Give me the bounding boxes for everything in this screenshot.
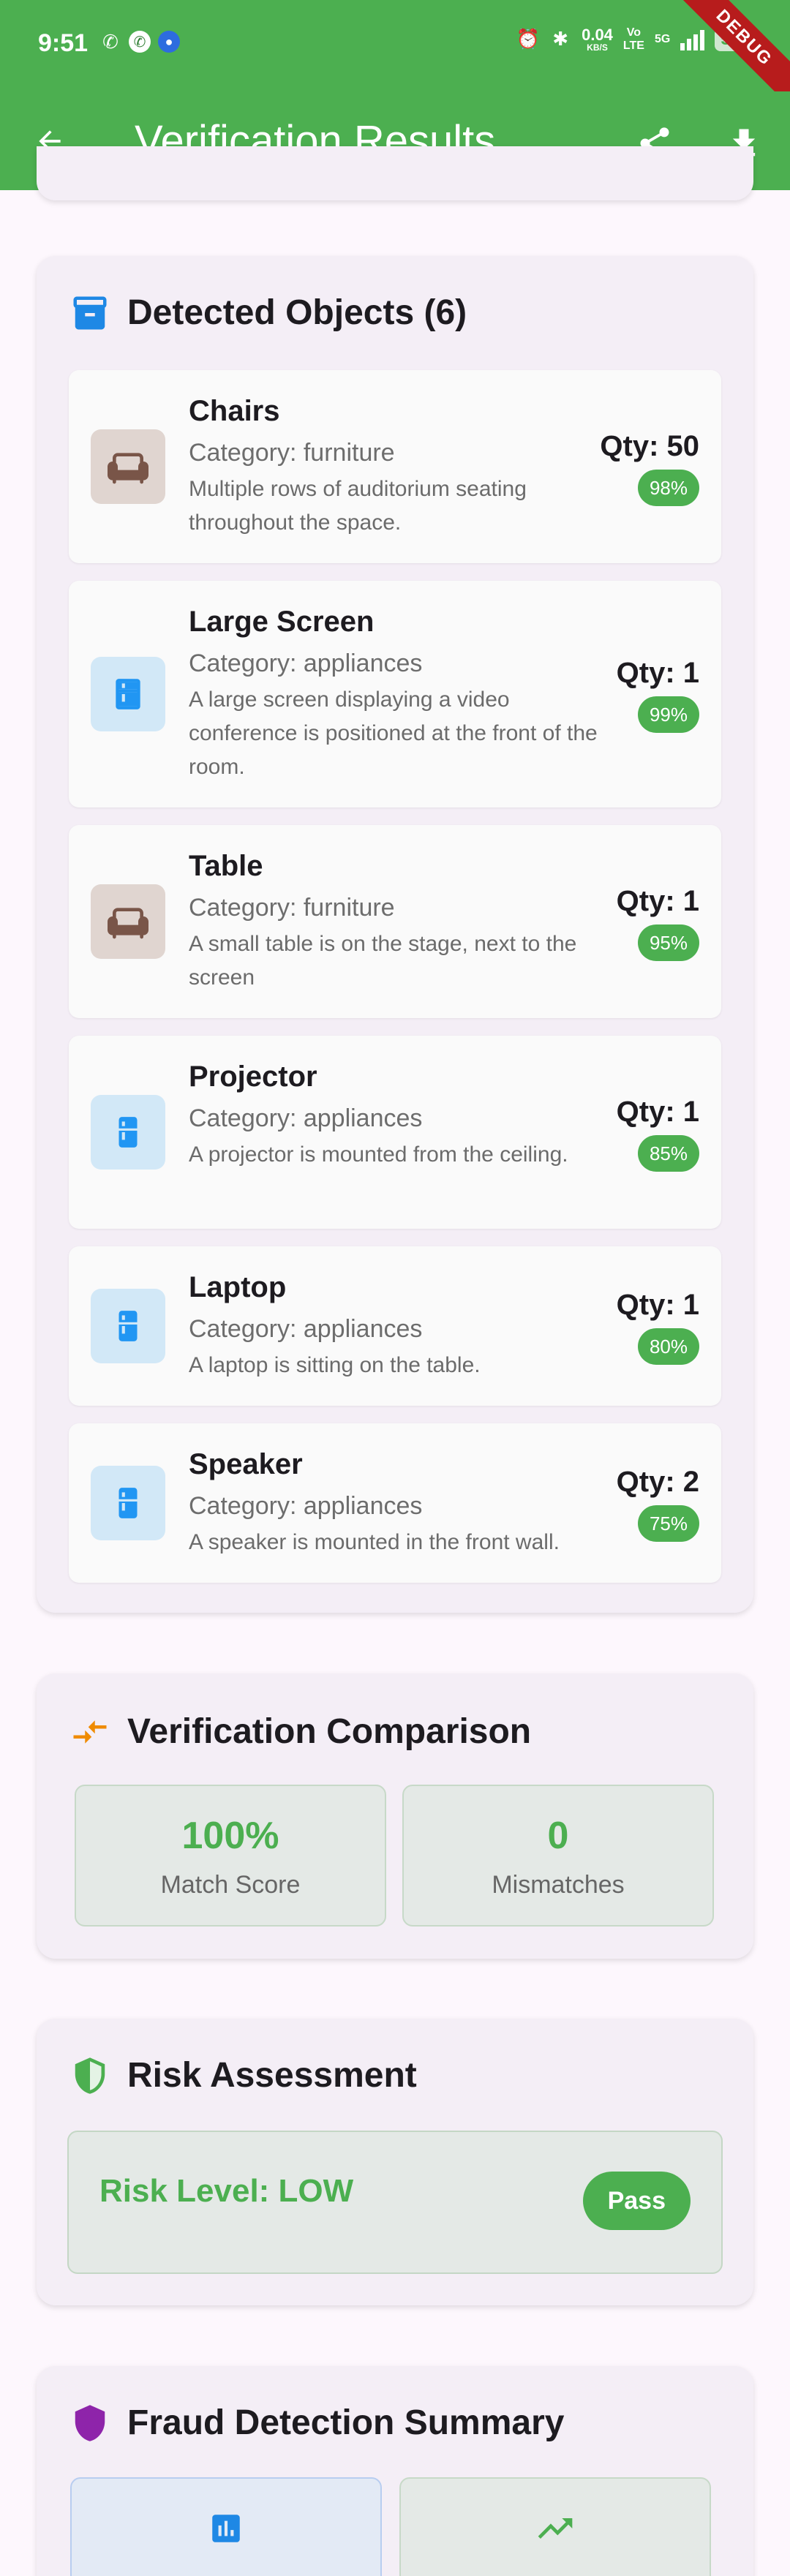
object-category: Category: appliances	[189, 649, 423, 677]
status-system-icons: ⏰ ✱ 0.04 KB/S Vo LTE 5G 54	[516, 25, 746, 53]
inventory-icon	[73, 296, 107, 329]
signal-icon	[680, 29, 705, 50]
fraud-detection-card: Fraud Detection Summary	[37, 2366, 753, 2576]
confidence-badge: 98%	[637, 470, 699, 506]
mismatches-value: 0	[547, 1815, 569, 1857]
object-quantity: Qty: 50	[600, 430, 699, 462]
risk-header: Risk Assessment	[70, 2055, 417, 2095]
object-description: A speaker is mounted in the front wall.	[189, 1530, 560, 1554]
object-quantity: Qty: 1	[616, 1096, 699, 1128]
object-name: Laptop	[189, 1271, 287, 1303]
volte-indicator: Vo LTE	[623, 26, 644, 52]
object-category: Category: appliances	[189, 1315, 423, 1343]
object-item-speaker[interactable]: Speaker Category: appliances A speaker i…	[69, 1423, 721, 1583]
risk-level-box: Risk Level: LOW Pass	[67, 2131, 723, 2274]
network-speed: 0.04 KB/S	[582, 25, 613, 53]
comparison-header: Verification Comparison	[70, 1711, 531, 1752]
object-quantity: Qty: 1	[616, 885, 699, 917]
object-description: A laptop is sitting on the table.	[189, 1353, 481, 1377]
object-quantity: Qty: 1	[616, 1289, 699, 1321]
whatsapp-icon: ✆	[129, 31, 151, 53]
detected-objects-header: Detected Objects (6)	[70, 293, 467, 333]
bar-chart-icon	[206, 2508, 247, 2549]
armchair-icon	[91, 884, 165, 959]
object-item-large-screen[interactable]: Large Screen Category: appliances A larg…	[69, 581, 721, 807]
object-name: Chairs	[189, 395, 280, 427]
confidence-badge: 80%	[637, 1328, 699, 1365]
risk-level-text: Risk Level: LOW	[99, 2173, 354, 2209]
match-score-value: 100%	[181, 1815, 279, 1857]
phone-icon: ✆	[102, 30, 118, 53]
status-bar: 9:51 ✆ ✆ ● ⏰ ✱ 0.04 KB/S Vo LTE 5G 54 DE…	[0, 0, 790, 114]
match-score-label: Match Score	[160, 1871, 301, 1899]
network-type: 5G	[655, 33, 670, 46]
appliance-icon	[91, 1466, 165, 1540]
object-quantity: Qty: 1	[616, 657, 699, 689]
object-item-table[interactable]: Table Category: furniture A small table …	[69, 825, 721, 1018]
status-notification-icons: ✆ ✆ ●	[99, 31, 180, 53]
security-shield-icon	[75, 2404, 105, 2441]
compare-arrows-icon	[73, 1720, 107, 1744]
pass-badge: Pass	[582, 2172, 691, 2230]
object-name: Table	[189, 850, 263, 882]
network-speed-value: 0.04	[582, 25, 613, 44]
network-speed-unit: KB/S	[587, 42, 608, 53]
trending-up-icon	[535, 2508, 576, 2549]
fraud-stat-box-analytics	[70, 2477, 382, 2576]
object-description: A projector is mounted from the ceiling.	[189, 1142, 568, 1167]
verification-comparison-card: Verification Comparison 100% Match Score…	[37, 1673, 753, 1959]
object-category: Category: appliances	[189, 1104, 423, 1132]
appliance-icon	[91, 657, 165, 731]
object-description: A large screen displaying a video confer…	[189, 688, 598, 779]
volte-top: Vo	[626, 26, 642, 39]
appliance-icon	[91, 1289, 165, 1363]
confidence-badge: 99%	[637, 696, 699, 733]
object-category: Category: appliances	[189, 1492, 423, 1520]
armchair-icon	[91, 429, 165, 504]
volte-bottom: LTE	[622, 39, 644, 52]
mismatches-box: 0 Mismatches	[402, 1785, 714, 1927]
comparison-title: Verification Comparison	[127, 1712, 532, 1751]
confidence-badge: 75%	[637, 1505, 699, 1542]
object-item-projector[interactable]: Projector Category: appliances A project…	[69, 1036, 721, 1229]
object-description: A small table is on the stage, next to t…	[189, 932, 577, 990]
object-description: Multiple rows of auditorium seating thro…	[189, 477, 527, 535]
match-score-box: 100% Match Score	[75, 1785, 386, 1927]
risk-title: Risk Assessment	[127, 2056, 417, 2095]
network-type-label: 5G	[654, 32, 671, 45]
object-name: Large Screen	[189, 606, 375, 638]
fraud-stat-box-trend	[399, 2477, 711, 2576]
object-name: Projector	[189, 1061, 317, 1093]
previous-card	[37, 146, 753, 200]
shield-icon	[75, 2057, 105, 2094]
object-item-chairs[interactable]: Chairs Category: furniture Multiple rows…	[69, 370, 721, 563]
bluetooth-icon: ✱	[552, 28, 568, 50]
object-name: Speaker	[189, 1448, 303, 1480]
fraud-header: Fraud Detection Summary	[70, 2403, 564, 2443]
confidence-badge: 85%	[637, 1135, 699, 1172]
alarm-icon: ⏰	[516, 28, 541, 50]
risk-assessment-card: Risk Assessment Risk Level: LOW Pass	[37, 2019, 753, 2305]
object-item-laptop[interactable]: Laptop Category: appliances A laptop is …	[69, 1246, 721, 1406]
object-quantity: Qty: 2	[616, 1466, 699, 1498]
mismatches-label: Mismatches	[492, 1871, 625, 1899]
detected-objects-title: Detected Objects (6)	[127, 293, 467, 332]
detected-objects-card: Detected Objects (6) Chairs Category: fu…	[37, 256, 753, 1613]
status-time: 9:51	[38, 29, 89, 57]
android-icon: ●	[158, 31, 180, 53]
object-category: Category: furniture	[189, 439, 395, 467]
appliance-icon	[91, 1095, 165, 1170]
fraud-title: Fraud Detection Summary	[127, 2403, 565, 2442]
confidence-badge: 95%	[637, 924, 699, 961]
object-category: Category: furniture	[189, 894, 395, 922]
